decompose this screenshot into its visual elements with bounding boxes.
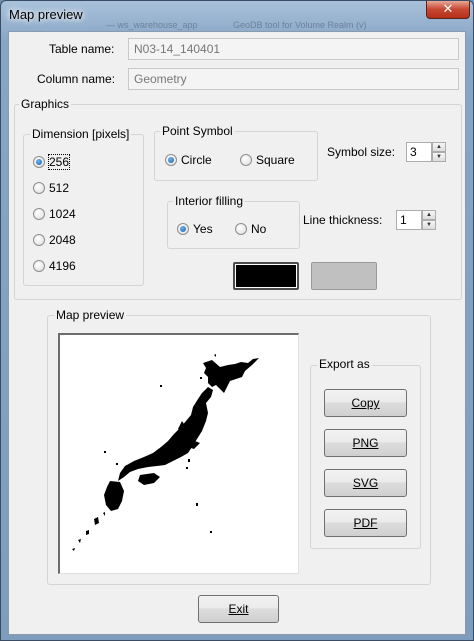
dimension-option-512[interactable]: 512 xyxy=(33,181,69,195)
spin-down-icon[interactable]: ▼ xyxy=(422,220,436,230)
table-name-label: Table name: xyxy=(49,42,115,56)
spin-up-icon[interactable]: ▲ xyxy=(422,210,436,220)
radio-selected-icon xyxy=(33,156,45,168)
radio-icon xyxy=(235,223,247,235)
symbol-size-input[interactable]: 3 xyxy=(406,142,432,162)
export-png-button[interactable]: PNG xyxy=(324,429,407,457)
map-island xyxy=(214,354,216,357)
radio-icon xyxy=(240,154,252,166)
window-title: Map preview xyxy=(9,7,83,22)
map-island xyxy=(116,463,118,465)
radio-icon xyxy=(33,260,45,272)
point-symbol-circle[interactable]: Circle xyxy=(165,153,212,167)
point-symbol-group-title: Point Symbol xyxy=(160,124,235,138)
dimension-option-2048[interactable]: 2048 xyxy=(33,233,76,247)
dimension-option-256[interactable]: 256 xyxy=(33,154,71,170)
fill-color-swatch[interactable] xyxy=(311,262,377,290)
japan-map-icon xyxy=(72,354,259,551)
line-thickness-input[interactable]: 1 xyxy=(396,210,422,230)
point-symbol-square[interactable]: Square xyxy=(240,153,295,167)
line-thickness-spinner[interactable]: 1 ▲ ▼ xyxy=(396,210,436,230)
dialog-client-area: Table name: N03-14_140401 Column name: G… xyxy=(8,31,466,635)
map-island xyxy=(78,539,81,543)
map-island xyxy=(196,503,198,506)
map-island xyxy=(186,467,188,469)
map-canvas[interactable] xyxy=(58,333,299,574)
map-island xyxy=(203,358,259,393)
background-window-text: — ws_warehouse_app xyxy=(106,20,198,30)
dimension-option-1024[interactable]: 1024 xyxy=(33,207,76,221)
spin-up-icon[interactable]: ▲ xyxy=(432,142,446,152)
map-island xyxy=(210,531,212,533)
close-button[interactable]: ✕ xyxy=(426,1,470,19)
background-window-text: GeoDB tool for Volume Realm (v) xyxy=(233,20,367,30)
export-svg-button[interactable]: SVG xyxy=(324,469,407,497)
table-name-field[interactable]: N03-14_140401 xyxy=(128,38,459,60)
map-preview-window: Map preview — ws_warehouse_app GeoDB too… xyxy=(0,0,474,641)
line-thickness-label: Line thickness: xyxy=(303,213,383,227)
radio-selected-icon xyxy=(177,223,189,235)
dimension-group-title: Dimension [pixels] xyxy=(30,127,132,141)
export-copy-button[interactable]: Copy xyxy=(324,389,407,417)
column-name-label: Column name: xyxy=(37,72,116,86)
export-pdf-button[interactable]: PDF xyxy=(324,509,407,537)
title-bar[interactable]: Map preview — ws_warehouse_app GeoDB too… xyxy=(1,1,473,31)
column-name-field[interactable]: Geometry xyxy=(128,68,459,90)
line-color-swatch[interactable] xyxy=(233,262,299,290)
radio-selected-icon xyxy=(165,154,177,166)
symbol-size-spinner[interactable]: 3 ▲ ▼ xyxy=(406,142,446,162)
radio-icon xyxy=(33,208,45,220)
map-island xyxy=(118,387,213,481)
radio-icon xyxy=(33,234,45,246)
spin-down-icon[interactable]: ▼ xyxy=(432,152,446,162)
map-island xyxy=(103,512,105,516)
close-icon: ✕ xyxy=(442,1,454,16)
exit-button[interactable]: Exit xyxy=(198,595,279,623)
map-island xyxy=(104,481,124,511)
interior-filling-group-title: Interior filling xyxy=(173,194,246,208)
graphics-group-title: Graphics xyxy=(19,97,72,111)
symbol-size-label: Symbol size: xyxy=(327,145,396,159)
map-island xyxy=(104,451,106,453)
map-preview-group-title: Map preview xyxy=(54,308,127,322)
map-island xyxy=(86,530,89,535)
interior-filling-no[interactable]: No xyxy=(235,222,266,236)
export-as-group-title: Export as xyxy=(317,357,372,371)
map-island xyxy=(72,548,75,551)
radio-icon xyxy=(33,182,45,194)
map-island xyxy=(160,385,162,387)
map-island xyxy=(94,517,99,525)
map-island xyxy=(200,377,202,379)
map-island xyxy=(138,473,160,485)
interior-filling-yes[interactable]: Yes xyxy=(177,222,213,236)
dimension-option-4196[interactable]: 4196 xyxy=(33,259,76,273)
map-island xyxy=(188,459,190,462)
